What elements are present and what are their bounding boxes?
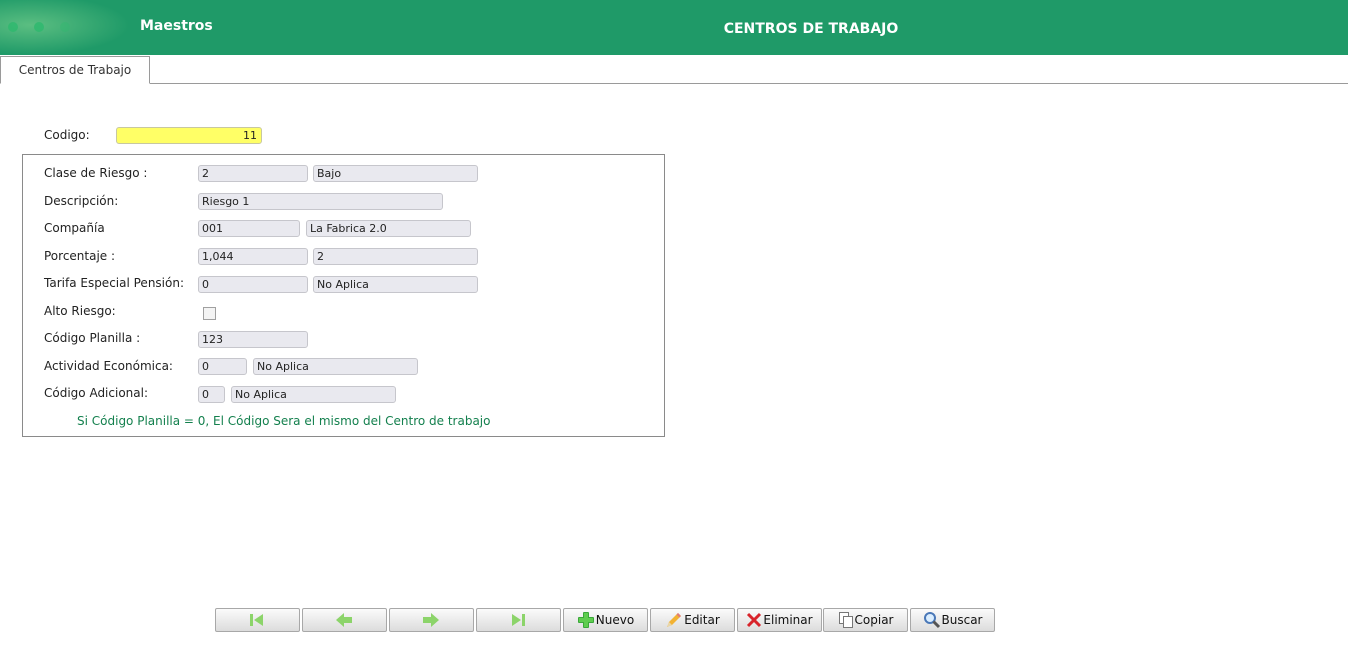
alto-riesgo-label: Alto Riesgo: xyxy=(44,304,116,318)
tarifa-code-field[interactable]: 0 xyxy=(198,276,308,293)
codigo-adicional-name-field[interactable]: No Aplica xyxy=(231,386,396,403)
compania-label: Compañía xyxy=(44,221,105,235)
tarifa-label: Tarifa Especial Pensión: xyxy=(44,276,184,290)
porcentaje-extra-field[interactable]: 2 xyxy=(313,248,478,265)
porcentaje-label: Porcentaje : xyxy=(44,249,116,263)
copy-icon xyxy=(838,611,854,629)
clase-riesgo-name-field[interactable]: Bajo xyxy=(313,165,478,182)
next-record-button[interactable] xyxy=(389,608,474,632)
actividad-label: Actividad Económica: xyxy=(44,359,173,373)
tab-bar-line xyxy=(0,83,1348,84)
window-dot-icon xyxy=(60,22,70,32)
nuevo-label: Nuevo xyxy=(595,613,635,627)
clase-riesgo-code-field[interactable]: 2 xyxy=(198,165,308,182)
nuevo-button[interactable]: Nuevo xyxy=(563,608,648,632)
descripcion-label: Descripción: xyxy=(44,194,119,208)
clase-riesgo-label: Clase de Riesgo : xyxy=(44,166,148,180)
arrow-left-icon xyxy=(334,612,354,628)
actividad-name-field[interactable]: No Aplica xyxy=(253,358,418,375)
eliminar-button[interactable]: Eliminar xyxy=(737,608,822,632)
compania-name-field[interactable]: La Fabrica 2.0 xyxy=(306,220,471,237)
app-title[interactable]: Maestros xyxy=(140,18,213,34)
codigo-planilla-label: Código Planilla : xyxy=(44,331,141,345)
editar-label: Editar xyxy=(684,613,720,627)
first-icon xyxy=(248,612,266,628)
compania-code-field[interactable]: 001 xyxy=(198,220,300,237)
editar-button[interactable]: Editar xyxy=(650,608,735,632)
magnifier-icon xyxy=(923,611,941,629)
codigo-label: Codigo: xyxy=(44,128,90,142)
actividad-code-field[interactable]: 0 xyxy=(198,358,247,375)
arrow-right-icon xyxy=(421,612,441,628)
window-dot-icon xyxy=(34,22,44,32)
plus-icon xyxy=(577,611,595,629)
previous-record-button[interactable] xyxy=(302,608,387,632)
tarifa-name-field[interactable]: No Aplica xyxy=(313,276,478,293)
last-record-button[interactable] xyxy=(476,608,561,632)
buscar-button[interactable]: Buscar xyxy=(910,608,995,632)
app-header: Maestros CENTROS DE TRABAJO xyxy=(0,0,1348,55)
porcentaje-field[interactable]: 1,044 xyxy=(198,248,308,265)
buscar-label: Buscar xyxy=(941,613,983,627)
pencil-icon xyxy=(665,611,683,629)
page-title: CENTROS DE TRABAJO xyxy=(723,21,899,37)
copiar-button[interactable]: Copiar xyxy=(823,608,908,632)
descripcion-field[interactable]: Riesgo 1 xyxy=(198,193,443,210)
first-record-button[interactable] xyxy=(215,608,300,632)
tab-centros-de-trabajo[interactable]: Centros de Trabajo xyxy=(0,56,150,84)
alto-riesgo-checkbox[interactable] xyxy=(203,307,216,320)
window-dot-icon xyxy=(8,22,18,32)
codigo-planilla-note: Si Código Planilla = 0, El Código Sera e… xyxy=(77,414,491,428)
eliminar-label: Eliminar xyxy=(763,613,813,627)
codigo-input[interactable]: 11 xyxy=(116,127,262,144)
copiar-label: Copiar xyxy=(854,613,894,627)
codigo-planilla-field[interactable]: 123 xyxy=(198,331,308,348)
delete-x-icon xyxy=(746,612,762,628)
last-icon xyxy=(509,612,527,628)
codigo-adicional-code-field[interactable]: 0 xyxy=(198,386,225,403)
codigo-adicional-label: Código Adicional: xyxy=(44,386,149,400)
